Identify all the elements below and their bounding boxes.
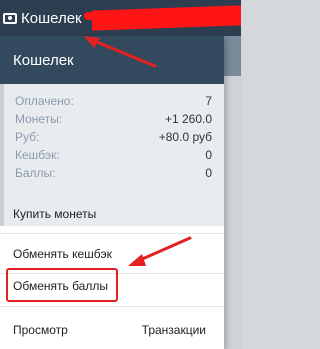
stat-row-cashback: Кешбэк: 0 — [4, 146, 224, 164]
stat-label: Баллы: — [15, 166, 56, 180]
annotation-highlight-box — [6, 268, 118, 302]
stat-value: 0 — [205, 148, 212, 162]
stat-label: Монеты: — [15, 112, 63, 126]
buy-coins-link[interactable]: Купить монеты — [0, 194, 224, 234]
stat-value: +1 260.0 — [164, 112, 212, 126]
wallet-dropdown: Кошелек Оплачено: 7 Монеты: +1 260.0 Руб… — [0, 36, 224, 349]
background-page-header — [224, 36, 241, 76]
wallet-menu-button[interactable]: Кошелек — [0, 0, 82, 36]
stat-row-points: Баллы: 0 — [4, 164, 224, 182]
buy-coins-label: Купить монеты — [13, 207, 97, 221]
view-link[interactable]: Просмотр — [13, 323, 68, 337]
stat-label: Кешбэк: — [15, 148, 60, 162]
wallet-menu-label: Кошелек — [21, 9, 82, 27]
exchange-cashback-label: Обменять кешбэк — [13, 247, 112, 261]
stat-row-rub: Руб: +80.0 руб — [4, 128, 224, 146]
stat-row-paid: Оплачено: 7 — [4, 92, 224, 110]
stat-value: 0 — [205, 166, 212, 180]
transactions-link[interactable]: Транзакции — [142, 323, 206, 337]
wallet-dropdown-header: Кошелек — [0, 36, 224, 84]
wallet-dropdown-title: Кошелек — [13, 51, 74, 69]
stat-value: 7 — [205, 94, 212, 108]
top-navbar: Кошелек — [0, 0, 241, 36]
divider — [0, 306, 224, 307]
background-page — [224, 36, 241, 349]
redaction-mark — [92, 5, 241, 31]
stat-row-coins: Монеты: +1 260.0 — [4, 110, 224, 128]
wallet-footer: Просмотр Транзакции — [0, 316, 224, 344]
stat-value: +80.0 руб — [158, 130, 212, 144]
stat-label: Оплачено: — [15, 94, 74, 108]
stat-label: Руб: — [15, 130, 40, 144]
wallet-icon — [3, 12, 17, 24]
